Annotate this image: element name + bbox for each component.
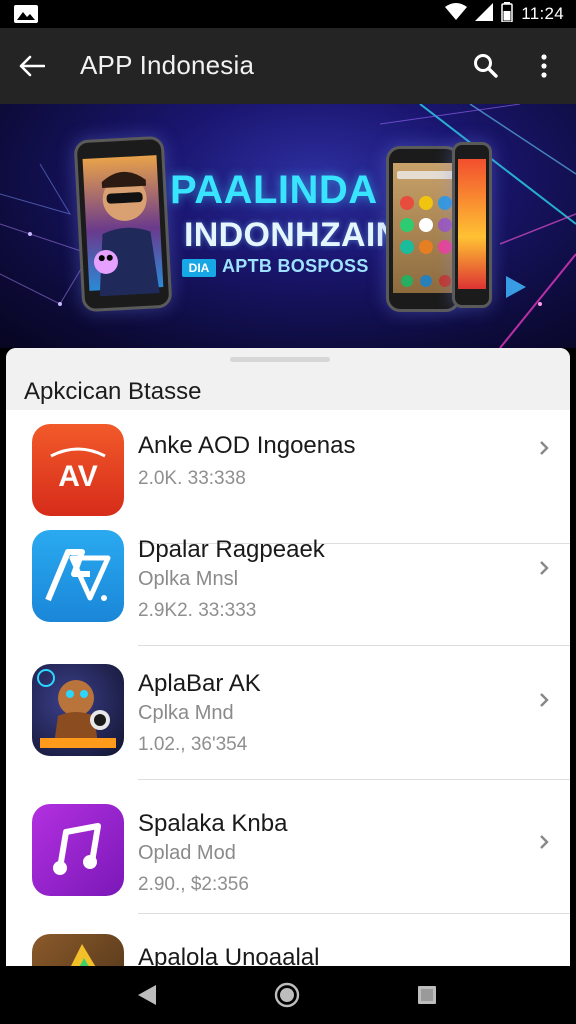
app-name: Apalola Unoaalal [138,944,320,966]
chevron-right-icon [534,690,554,710]
app-meta: 2.0K. 33:338 [138,468,246,489]
app-subtitle: Cplka Mnd [138,702,234,724]
section-title: Apkcican Btasse [24,378,202,405]
music-note-icon [32,804,124,896]
nav-back-icon[interactable] [132,980,162,1010]
app-subtitle: Oplka Mnsl [138,568,239,590]
signal-icon [475,2,494,26]
more-vert-icon[interactable] [526,48,562,84]
wifi-icon [445,2,468,26]
list-item[interactable]: Dpalar Ragpeaek Oplka Mnsl 2.9K2. 33:333 [6,512,570,646]
app-meta: 2.90., $2:356 [138,874,249,895]
status-bar: 11:24 [0,0,576,28]
clock: 11:24 [521,4,564,23]
status-icons: 11:24 [445,1,564,27]
app-subtitle: Oplad Mod [138,842,236,864]
promo-banner[interactable]: PAALINDA INDONHZAIN DIA APTB BOSPOSS [0,104,576,348]
page-title: APP Indonesia [80,50,255,80]
banner-title-line1: PAALINDA [170,168,378,212]
image-icon [14,5,38,23]
phone-mockup-right [386,146,460,312]
battery-icon [501,1,513,27]
svg-text:AV: AV [58,460,97,493]
search-icon[interactable] [468,48,504,84]
system-nav-bar [0,966,576,1024]
app-name: AplaBar AK [138,670,261,697]
phone-mockup-far-right [452,142,492,308]
sheet-header: Apkcican Btasse [6,348,570,410]
colorful-app-icon [32,934,124,966]
banner-badge: DIA [182,259,216,277]
app-list-sheet: Apkcican Btasse AV Anke AOD Ingoenas 2.0… [6,348,570,966]
app-name: Spalaka Knba [138,810,288,837]
av-blue-logo-icon [32,530,124,622]
list-item[interactable]: Spalaka Knba Oplad Mod 2.90., $2:356 [6,780,570,914]
play-icon [506,276,526,298]
app-toolbar: APP Indonesia [0,28,576,104]
banner-title-line2: INDONHZAIN [184,216,401,254]
game-character-icon [32,664,124,756]
phone-mockup-left [73,135,173,313]
av-logo-icon: AV [32,424,124,516]
chevron-right-icon [534,438,554,458]
app-meta: 2.9K2. 33:333 [138,600,257,621]
list-item[interactable]: AplaBar AK Cplka Mnd 1.02., 36'354 [6,646,570,780]
nav-recents-icon[interactable] [412,980,442,1010]
drag-handle[interactable] [230,357,330,362]
chevron-right-icon [534,558,554,578]
app-name: Anke AOD Ingoenas [138,432,356,459]
app-name: Dpalar Ragpeaek [138,536,325,563]
back-arrow-icon[interactable] [14,48,50,84]
nav-home-icon[interactable] [272,980,302,1010]
app-meta: 1.02., 36'354 [138,734,248,755]
list-item[interactable]: Apalola Unoaalal [6,914,570,966]
banner-subtitle: APTB BOSPOSS [222,256,369,276]
chevron-right-icon [534,832,554,852]
